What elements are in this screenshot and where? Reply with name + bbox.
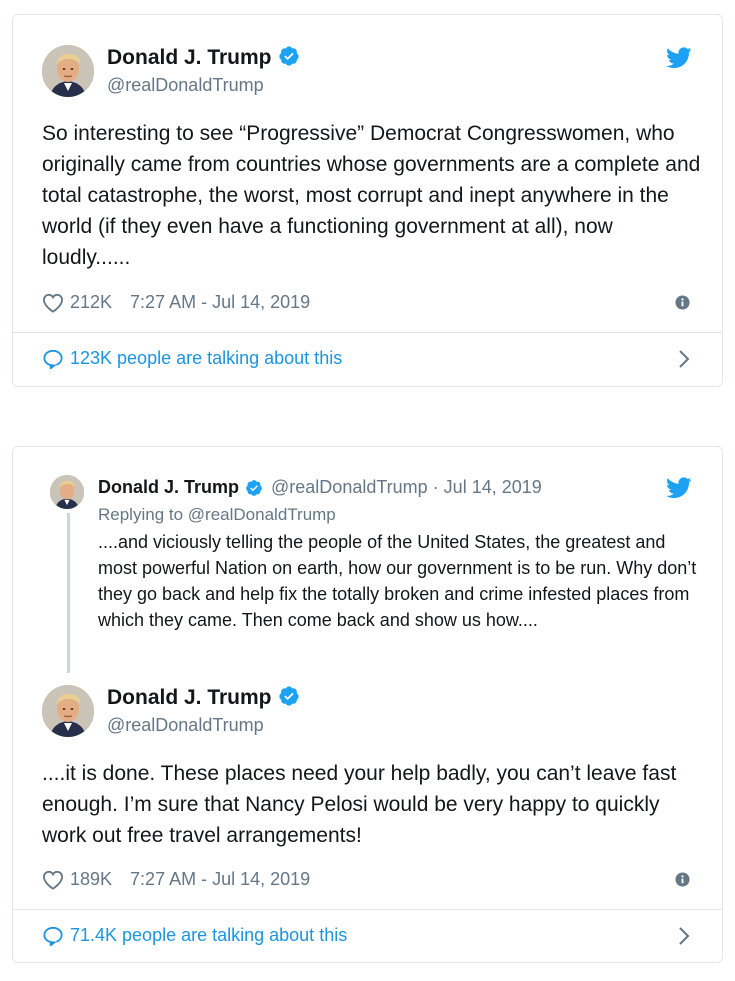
tweet-text: So interesting to see “Progressive” Demo… [42,122,701,269]
parent-author-name[interactable]: Donald J. Trump [98,477,239,498]
author-name[interactable]: Donald J. Trump [107,685,300,710]
verified-badge-icon [278,685,300,707]
parent-handle-date[interactable]: @realDonaldTrump · Jul 14, 2019 [271,477,542,498]
replying-handle[interactable]: @realDonaldTrump [188,505,336,524]
author-name[interactable]: Donald J. Trump [107,45,300,70]
heart-icon[interactable] [42,293,64,313]
tweet-meta: 212K 7:27 AM - Jul 14, 2019 [42,292,310,313]
comment-bubble-icon [42,926,64,946]
like-count[interactable]: 189K [70,869,112,890]
twitter-bird-icon[interactable] [666,47,692,69]
info-icon[interactable] [675,872,690,887]
divider [13,909,722,910]
avatar-portrait-icon [50,475,84,509]
avatar[interactable] [42,685,94,737]
heart-icon[interactable] [42,870,64,890]
twitter-bird-icon[interactable] [666,477,692,499]
comment-bubble-icon [42,349,64,369]
replying-to: Replying to @realDonaldTrump [98,505,336,525]
tweet-meta: 189K 7:27 AM - Jul 14, 2019 [42,869,310,890]
parent-tweet-text: ....and viciously telling the people of … [98,532,697,630]
conversation-link[interactable]: 123K people are talking about this [42,348,342,369]
conversation-link[interactable]: 71.4K people are talking about this [42,925,347,946]
chevron-right-icon[interactable] [678,926,690,946]
parent-header: Donald J. Trump @realDonaldTrump · Jul 1… [98,477,542,498]
author-handle[interactable]: @realDonaldTrump [107,75,264,96]
talking-count[interactable]: 123K people are talking about this [70,348,342,369]
thread-line [67,513,70,673]
tweet-text: ....it is done. These places need your h… [42,762,677,847]
chevron-right-icon[interactable] [678,349,690,369]
author-handle[interactable]: @realDonaldTrump [107,715,264,736]
talking-count[interactable]: 71.4K people are talking about this [70,925,347,946]
tweet-card-1[interactable]: Donald J. Trump @realDonaldTrump So inte… [12,14,723,387]
timestamp[interactable]: 7:27 AM - Jul 14, 2019 [130,869,310,890]
timestamp[interactable]: 7:27 AM - Jul 14, 2019 [130,292,310,313]
info-icon[interactable] [675,295,690,310]
tweet-card-2[interactable]: Donald J. Trump @realDonaldTrump · Jul 1… [12,446,723,963]
avatar[interactable] [42,45,94,97]
like-count[interactable]: 212K [70,292,112,313]
verified-badge-icon [245,479,263,497]
verified-badge-icon [278,45,300,67]
parent-avatar[interactable] [50,475,84,509]
divider [13,332,722,333]
avatar-portrait-icon [42,45,94,97]
avatar-portrait-icon [42,685,94,737]
replying-label: Replying to [98,505,184,524]
